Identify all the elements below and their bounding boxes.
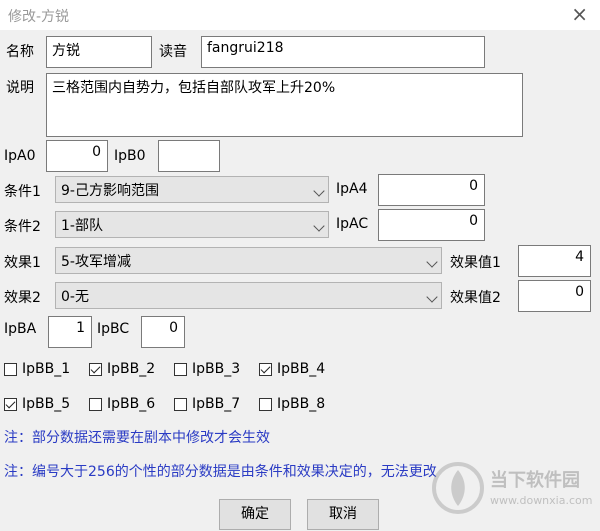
checkbox-label: IpBB_7 [192, 396, 241, 412]
cond2-select[interactable]: 1-部队 [55, 211, 329, 238]
name-label: 名称 [6, 44, 34, 60]
watermark: 当下软件园 www.downxia.com [430, 460, 592, 516]
checkbox-6[interactable] [89, 398, 102, 411]
reading-field[interactable]: fangrui218 [201, 36, 485, 68]
cond1-value: 9-己方影响范围 [61, 183, 159, 199]
chevron-down-icon [313, 220, 325, 232]
effectval2-label: 效果值2 [450, 290, 501, 306]
watermark-url: www.downxia.com [490, 494, 593, 507]
effectval1-field[interactable]: 4 [518, 245, 591, 277]
ipa0-field[interactable]: 0 [46, 140, 108, 172]
checkbox-label: IpBB_6 [107, 396, 156, 412]
ipba-field[interactable]: 1 [48, 316, 92, 348]
desc-label: 说明 [6, 80, 34, 96]
checkbox-label: IpBB_2 [107, 361, 156, 377]
checkbox-2[interactable] [89, 363, 102, 376]
chevron-down-icon [313, 185, 325, 197]
reading-label: 读音 [159, 44, 187, 60]
window-title: 修改-方锐 [8, 9, 70, 25]
checkbox-8[interactable] [259, 398, 272, 411]
effectval1-label: 效果值1 [450, 255, 501, 271]
checkbox-7[interactable] [174, 398, 187, 411]
ipa4-label: IpA4 [336, 181, 368, 197]
effect1-select[interactable]: 5-攻军增减 [55, 247, 442, 274]
checkbox-5[interactable] [4, 398, 17, 411]
ipbc-field[interactable]: 0 [141, 316, 185, 348]
effect1-value: 5-攻军增减 [61, 254, 131, 270]
checkbox-label: IpBB_4 [277, 361, 326, 377]
checkmark-icon [5, 398, 16, 409]
ipac-field[interactable]: 0 [378, 209, 485, 241]
name-field[interactable]: 方锐 [46, 36, 152, 68]
ipa0-label: IpA0 [4, 148, 36, 164]
watermark-brand: 当下软件园 [490, 470, 580, 491]
ipb0-label: IpB0 [114, 148, 146, 164]
checkbox-1[interactable] [4, 363, 17, 376]
desc-field[interactable]: 三格范围内自势力，包括自部队攻军上升20% [46, 73, 523, 137]
ipac-label: IpAC [336, 216, 369, 232]
cond1-label: 条件1 [4, 184, 41, 200]
ok-button[interactable]: 确定 [219, 499, 291, 530]
effect2-select[interactable]: 0-无 [55, 282, 442, 309]
watermark-logo-icon [432, 462, 484, 514]
cond2-value: 1-部队 [61, 218, 103, 234]
checkbox-4[interactable] [259, 363, 272, 376]
title-bar: 修改-方锐 × [0, 0, 600, 30]
checkbox-label: IpBB_8 [277, 396, 326, 412]
note-1: 注：部分数据还需要在剧本中修改才会生效 [4, 430, 270, 446]
effectval2-field[interactable]: 0 [518, 280, 591, 312]
cancel-button[interactable]: 取消 [307, 499, 379, 530]
note-2: 注：编号大于256的个性的部分数据是由条件和效果决定的，无法更改 [4, 464, 437, 480]
checkmark-icon [90, 363, 101, 374]
cond1-select[interactable]: 9-己方影响范围 [55, 176, 329, 203]
checkbox-label: IpBB_1 [22, 361, 71, 377]
ipa4-field[interactable]: 0 [378, 174, 485, 206]
cond2-label: 条件2 [4, 219, 41, 235]
ipbc-label: IpBC [97, 321, 130, 337]
effect2-label: 效果2 [4, 290, 41, 306]
chevron-down-icon [426, 256, 438, 268]
checkbox-3[interactable] [174, 363, 187, 376]
ipba-label: IpBA [4, 321, 37, 337]
ipb0-field[interactable] [158, 140, 220, 172]
checkmark-icon [260, 363, 271, 374]
close-icon[interactable]: × [571, 2, 588, 26]
effect1-label: 效果1 [4, 255, 41, 271]
effect2-value: 0-无 [61, 289, 89, 305]
checkbox-label: IpBB_3 [192, 361, 241, 377]
chevron-down-icon [426, 291, 438, 303]
checkbox-label: IpBB_5 [22, 396, 71, 412]
